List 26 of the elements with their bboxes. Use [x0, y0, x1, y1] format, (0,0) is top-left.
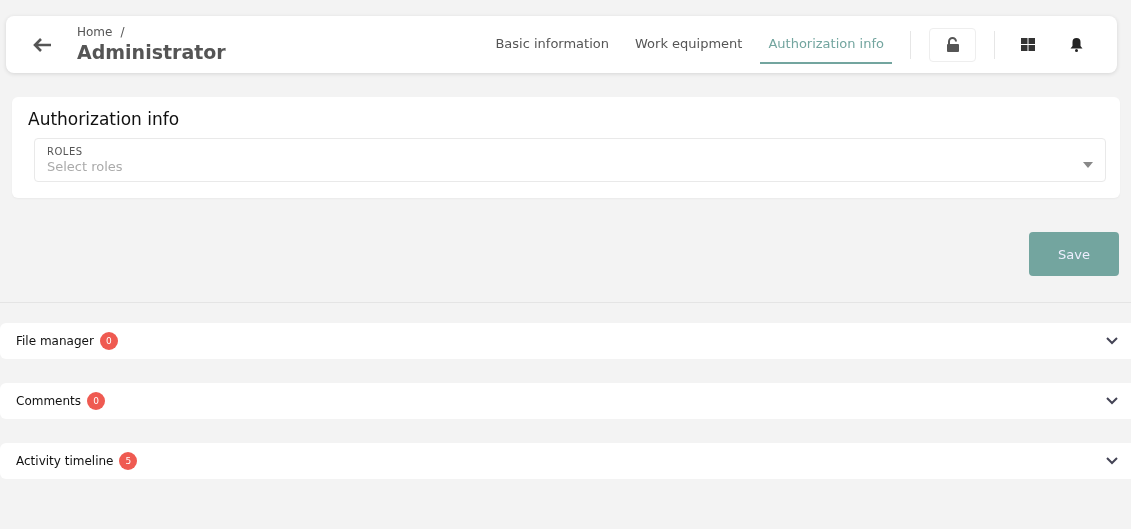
chevron-icon [1106, 397, 1118, 405]
field-label: ROLES [47, 146, 84, 157]
grid-icon [1021, 38, 1035, 51]
panel-title: Comments [16, 394, 82, 408]
tab[interactable]: Basic information [487, 16, 617, 64]
accordion-panel[interactable]: Activity timeline 5 [0, 443, 1131, 479]
roles-select[interactable]: ROLES Select roles [34, 138, 1106, 182]
tab[interactable]: Work equipment [627, 16, 751, 64]
page-title: Administrator [77, 40, 226, 63]
back-arrow-icon [32, 36, 52, 53]
count-badge: 0 [87, 392, 106, 410]
dropdown-caret-icon [1083, 162, 1093, 168]
breadcrumb-link[interactable]: Home [77, 24, 113, 39]
chevron-icon [1106, 337, 1118, 345]
count-badge: 0 [99, 332, 118, 350]
accordion-panel[interactable]: File manager 0 [0, 323, 1131, 359]
unlocked-padlock-icon [945, 36, 960, 53]
accordion-panel[interactable]: Comments 0 [0, 383, 1131, 419]
bell-icon [1069, 37, 1083, 52]
breadcrumb-separator: / [120, 24, 125, 39]
lock-button[interactable] [929, 27, 976, 62]
panel-title: Activity timeline [16, 454, 114, 468]
panel-title: File manager [16, 334, 94, 348]
chevron-icon [1106, 457, 1118, 465]
section-title: Authorization info [28, 109, 181, 129]
count-badge: 5 [119, 452, 138, 470]
